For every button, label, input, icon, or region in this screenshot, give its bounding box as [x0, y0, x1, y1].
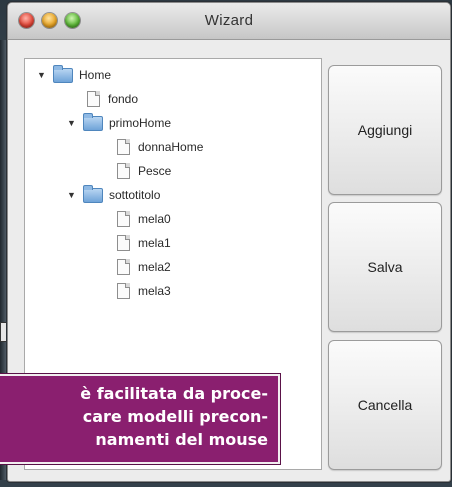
tree-item-label: mela0 [138, 212, 171, 226]
tree-item-label: primoHome [109, 116, 172, 130]
tree-item-mela0[interactable]: mela0 [117, 209, 171, 229]
folder-icon [53, 64, 73, 83]
file-icon [117, 163, 130, 179]
tree-item-fondo[interactable]: fondo [87, 89, 138, 109]
disclosure-triangle-icon[interactable]: ▼ [67, 118, 78, 128]
tree-item-pesce[interactable]: Pesce [117, 161, 171, 181]
folder-icon [83, 184, 103, 203]
tree-item-label: Pesce [138, 164, 172, 178]
tree-item-primohome[interactable]: ▼ primoHome [67, 112, 172, 133]
disclosure-triangle-icon[interactable]: ▼ [67, 190, 78, 200]
add-button[interactable]: Aggiungi [328, 65, 442, 195]
tree-item-label: fondo [108, 92, 139, 106]
tree-item-label: mela2 [138, 260, 171, 274]
file-icon [117, 139, 130, 155]
tree-item-mela2[interactable]: mela2 [117, 257, 171, 277]
save-button[interactable]: Salva [328, 202, 442, 332]
tree-item-label: mela3 [138, 284, 171, 298]
folder-icon [83, 112, 103, 131]
tree-item-sottotitolo[interactable]: ▼ sottotitolo [67, 184, 161, 205]
tree-item-label: mela1 [138, 236, 171, 250]
window-title: Wizard [204, 12, 254, 29]
file-icon [117, 235, 130, 251]
file-icon [117, 283, 130, 299]
tree-item-home[interactable]: ▼ Home [37, 64, 112, 85]
disclosure-triangle-icon[interactable]: ▼ [37, 70, 48, 80]
file-icon [117, 259, 130, 275]
tree-item-mela1[interactable]: mela1 [117, 233, 171, 253]
magazine-caption-overlay: è facilitata da proce- care modelli prec… [0, 374, 280, 464]
tree-item-label: donnaHome [138, 140, 204, 154]
tree-item-mela3[interactable]: mela3 [117, 281, 171, 301]
caption-line: care modelli precon- [82, 407, 268, 426]
tree-item-label: sottotitolo [109, 188, 161, 202]
caption-line: è facilitata da proce- [80, 384, 268, 403]
tree-item-label: Home [79, 68, 112, 82]
cancel-button[interactable]: Cancella [328, 340, 442, 470]
file-icon [87, 91, 100, 107]
tree-item-donnahome[interactable]: donnaHome [117, 137, 203, 157]
file-icon [117, 211, 130, 227]
title-bar[interactable]: Wizard [8, 3, 450, 40]
caption-line: namenti del mouse [95, 430, 268, 449]
